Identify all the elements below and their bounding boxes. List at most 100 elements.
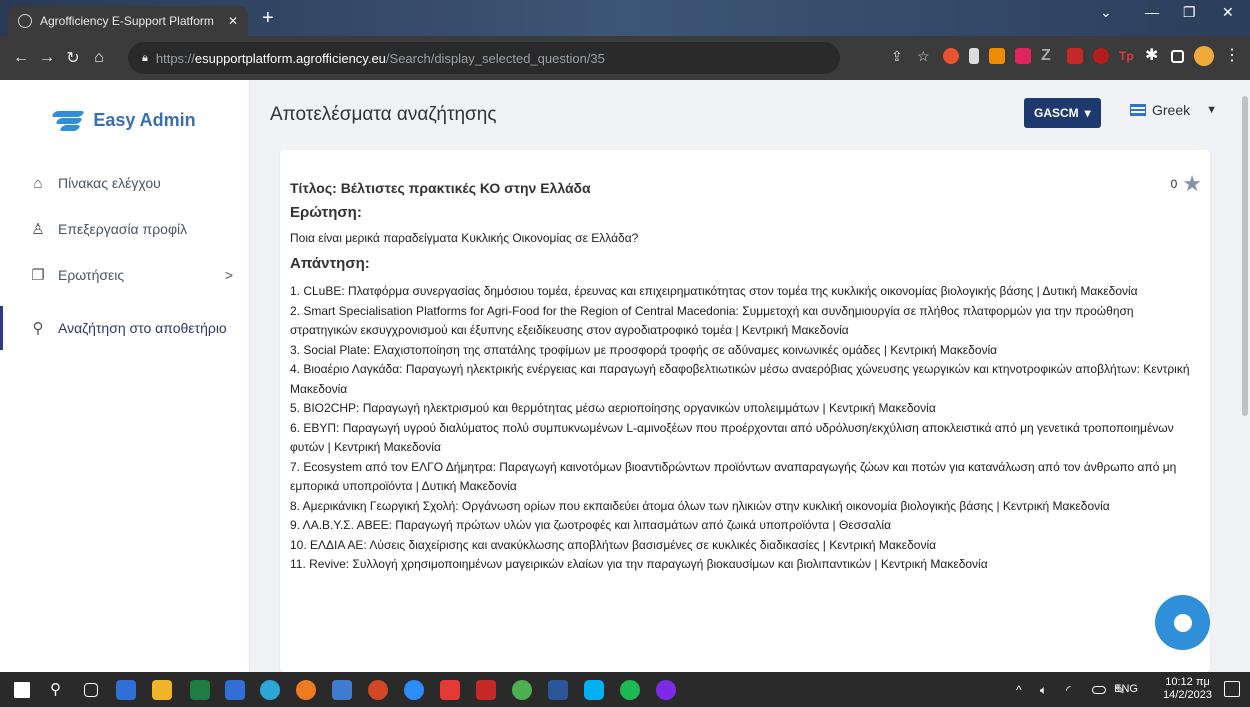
- chevron-right-icon: >: [224, 267, 233, 283]
- browser-tab-bar: Agrofficiency E-Support Platform ✕ + ⌄ —…: [0, 0, 1250, 36]
- zoom-icon[interactable]: [404, 680, 424, 700]
- caret-down-icon: ▼: [1206, 104, 1218, 116]
- os-taskbar: ⚲ ^ 🔈︎ ◜ ✎ ENG 10:12 πμ 14/2/2023: [0, 672, 1250, 707]
- pdf-icon[interactable]: [476, 680, 496, 700]
- page-title: Αποτελέσματα αναζήτησης: [270, 104, 497, 125]
- star-icon[interactable]: ★: [1182, 173, 1202, 195]
- brand-name: Easy Admin: [93, 109, 196, 130]
- word-icon[interactable]: [548, 680, 568, 700]
- tab-close-icon[interactable]: ✕: [228, 14, 238, 28]
- tab-search-icon[interactable]: ⌄: [1100, 4, 1112, 21]
- question-title: Τίτλος: Βέλτιστες πρακτικές ΚΟ στην Ελλά…: [290, 180, 591, 196]
- clock[interactable]: 10:12 πμ 14/2/2023: [1163, 676, 1212, 702]
- browser-address-bar: ← → ↻ ⌂ 🔒︎ https://esupportplatform.agro…: [0, 36, 1250, 80]
- sidebar-item-label: Ερωτήσεις: [58, 267, 125, 283]
- extension-icon[interactable]: [1093, 48, 1109, 64]
- user-icon: ♙: [31, 221, 45, 238]
- back-icon[interactable]: ←: [8, 49, 34, 67]
- extension-icon[interactable]: [989, 48, 1005, 64]
- app-icon[interactable]: [260, 680, 280, 700]
- sidebar-item-search-repository[interactable]: ⚲ Αναζήτηση στο αποθετήριο: [0, 306, 249, 350]
- answer-heading: Απάντηση:: [290, 255, 370, 272]
- spotify-icon[interactable]: [620, 680, 640, 700]
- sidebar-item-dashboard[interactable]: ⌂ Πίνακας ελέγχου: [0, 160, 249, 206]
- canva-icon[interactable]: [656, 680, 676, 700]
- language-label: Greek: [1152, 102, 1191, 118]
- globe-icon: [18, 14, 32, 28]
- windows-start-icon[interactable]: [14, 682, 30, 698]
- scrollbar-thumb[interactable]: [1242, 96, 1248, 416]
- home-browser-icon[interactable]: ⌂: [86, 49, 112, 67]
- search-icon[interactable]: ⚲: [50, 680, 70, 700]
- extension-icon[interactable]: Tp: [1119, 48, 1135, 64]
- notification-icon[interactable]: [1224, 681, 1240, 697]
- chrome-icon[interactable]: [512, 680, 532, 700]
- puzzle-icon[interactable]: ✱: [1145, 48, 1161, 64]
- sidebar-item-questions[interactable]: ❐ Ερωτήσεις >: [0, 252, 249, 298]
- list-item: 6. ΕΒΥΠ: Παραγωγή υγρού διαλύματος πολύ …: [290, 420, 1174, 455]
- extension-icon[interactable]: [1067, 48, 1083, 64]
- question-text: Ποια είναι μερικά παραδείγματα Κυκλικής …: [290, 231, 639, 245]
- list-item: 8. Αμερικάνικη Γεωργική Σχολή: Οργάνωση …: [290, 498, 1110, 513]
- tab-title: Agrofficiency E-Support Platform: [40, 14, 214, 28]
- browser-tab[interactable]: Agrofficiency E-Support Platform ✕: [8, 6, 248, 36]
- list-item: 9. ΛΑ.Β.Υ.Σ. ΑΒΕΕ: Παραγωγή πρώτων υλών …: [290, 518, 892, 532]
- powerpoint-icon[interactable]: [368, 680, 388, 700]
- extension-icon[interactable]: [1015, 48, 1031, 64]
- new-tab-button[interactable]: +: [262, 6, 274, 30]
- sidebar-item-label: Πίνακας ελέγχου: [58, 175, 161, 191]
- minimize-icon[interactable]: —: [1145, 4, 1159, 20]
- app-icon[interactable]: [332, 680, 352, 700]
- question-card: 0 ★ Τίτλος: Βέλτιστες πρακτικές ΚΟ στην …: [280, 150, 1210, 672]
- tray-chevron-icon[interactable]: ^: [1016, 680, 1036, 700]
- share-icon[interactable]: ⇪: [891, 48, 907, 64]
- extension-icon[interactable]: Z: [1041, 48, 1057, 64]
- sidepanel-icon[interactable]: [1171, 49, 1184, 63]
- teams-icon[interactable]: [116, 680, 136, 700]
- language-select[interactable]: Greek ▼: [1130, 102, 1217, 118]
- questions-icon: ❐: [31, 267, 45, 284]
- avatar[interactable]: [1194, 46, 1214, 66]
- sidebar-item-label: Επεξεργασία προφίλ: [58, 221, 188, 237]
- url-path: /Search/display_selected_question/35: [385, 50, 605, 66]
- brand-logo-icon: [51, 109, 86, 131]
- sidebar-item-edit-profile[interactable]: ♙ Επεξεργασία προφίλ: [0, 206, 249, 252]
- clock-time: 10:12 πμ: [1165, 676, 1210, 688]
- question-heading: Ερώτηση:: [290, 204, 362, 221]
- list-item: 1. CLuBE: Πλατφόρμα συνεργασίας δημόσιου…: [290, 284, 1138, 298]
- url-host: esupportplatform.agrofficiency.eu: [194, 50, 386, 66]
- app-icon[interactable]: [296, 680, 316, 700]
- caret-down-icon: ▾: [1084, 106, 1091, 120]
- forward-icon[interactable]: →: [34, 49, 60, 67]
- extension-icon[interactable]: [969, 48, 979, 64]
- url-scheme: https://: [155, 50, 195, 66]
- volume-icon[interactable]: 🔈︎: [1040, 680, 1060, 700]
- chat-button[interactable]: [1155, 595, 1210, 650]
- network-icon[interactable]: ◜: [1066, 680, 1086, 700]
- url-field[interactable]: 🔒︎ https://esupportplatform.agrofficienc…: [128, 42, 840, 74]
- extension-icon[interactable]: [943, 48, 959, 64]
- close-window-icon[interactable]: ✕: [1222, 4, 1234, 21]
- menu-kebab-icon[interactable]: ⋮: [1224, 48, 1240, 64]
- task-view-icon[interactable]: [84, 683, 98, 697]
- app-icon[interactable]: [225, 680, 245, 700]
- sidebar-item-label: Αναζήτηση στο αποθετήριο: [58, 320, 227, 336]
- list-item: 2. Smart Specialisation Platforms for Ag…: [290, 303, 1134, 338]
- extensions-toolbar: ⇪ ☆ Z Tp ✱ ⋮: [891, 46, 1240, 66]
- brand[interactable]: Easy Admin: [0, 80, 249, 160]
- app-icon[interactable]: [440, 680, 460, 700]
- chat-icon: [1173, 613, 1192, 632]
- input-language[interactable]: ENG: [1114, 683, 1138, 695]
- list-item: 11. Revive: Συλλογή χρησιμοποιημένων μαγ…: [290, 557, 988, 571]
- maximize-icon[interactable]: ❐: [1183, 4, 1196, 21]
- bookmark-star-icon[interactable]: ☆: [917, 48, 933, 64]
- excel-icon[interactable]: [190, 680, 210, 700]
- skype-icon[interactable]: [584, 680, 604, 700]
- file-explorer-icon[interactable]: [152, 680, 172, 700]
- page-scrollbar[interactable]: [1240, 80, 1250, 672]
- reload-icon[interactable]: ↻: [60, 48, 86, 68]
- org-dropdown-button[interactable]: GASCM ▾: [1024, 98, 1101, 128]
- sidebar: Easy Admin ⌂ Πίνακας ελέγχου ♙ Επεξεργασ…: [0, 80, 250, 672]
- battery-icon[interactable]: [1092, 686, 1106, 694]
- answer-list: 1. CLuBE: Πλατφόρμα συνεργασίας δημόσιου…: [290, 282, 1210, 575]
